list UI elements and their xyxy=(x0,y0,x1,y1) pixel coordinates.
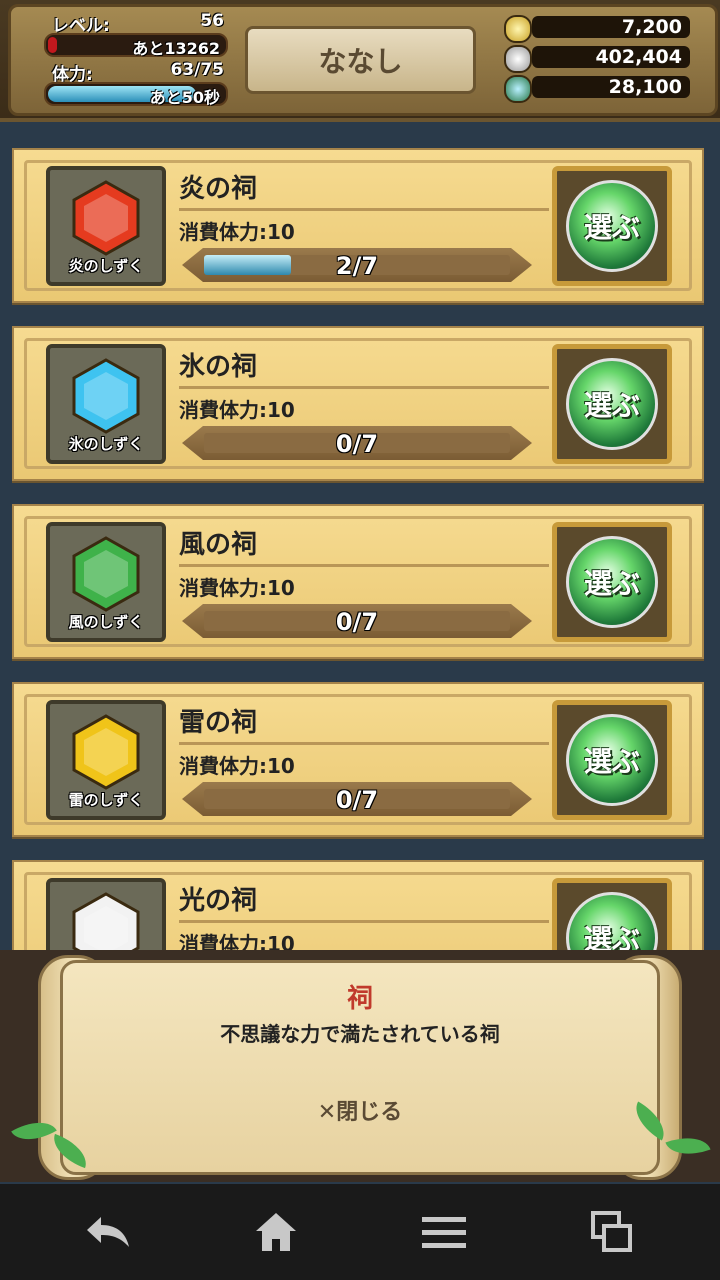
menu-icon xyxy=(422,1217,466,1248)
select-button-frame: 選ぶ xyxy=(552,166,672,286)
progress-bar: 0/7 xyxy=(182,604,532,638)
stamina-cost: 消費体力:10 xyxy=(179,398,295,422)
progress-text: 2/7 xyxy=(335,252,379,280)
stamina-cost: 消費体力:10 xyxy=(179,220,295,244)
shrine-name: 風の祠 xyxy=(179,530,258,560)
progress-bar: 0/7 xyxy=(182,782,532,816)
stamina-recover-time: あと50秒 xyxy=(149,88,220,107)
select-button[interactable]: 選ぶ xyxy=(566,180,658,272)
ice-drop-icon xyxy=(72,358,140,434)
drop-name: 風のしずく xyxy=(68,613,144,631)
fire-drop-icon xyxy=(72,180,140,256)
status-header: レベル: 56 あと13262 体力: 63/75 あと50秒 ななし 7,20… xyxy=(0,0,720,122)
shrine-card[interactable]: 雷のしずく 雷の祠 消費体力:10 0/7 選ぶ xyxy=(12,682,704,837)
stamina-cost: 消費体力:10 xyxy=(179,754,295,778)
exp-bar: あと13262 xyxy=(44,33,228,58)
thunder-drop-icon xyxy=(72,714,140,790)
level-row: レベル: 56 xyxy=(44,10,228,36)
player-stats: レベル: 56 あと13262 体力: 63/75 あと50秒 xyxy=(44,10,228,108)
divider xyxy=(179,920,549,923)
home-button[interactable] xyxy=(246,1202,306,1262)
drop-name: 氷のしずく xyxy=(68,435,144,453)
currency-value: 28,100 xyxy=(608,76,682,98)
currency-panel: 7,200 402,404 28,100 xyxy=(500,14,690,104)
currency-gold: 7,200 xyxy=(500,14,690,43)
progress-bar: 0/7 xyxy=(182,426,532,460)
progress-text: 0/7 xyxy=(335,786,379,814)
stamina-bar: あと50秒 xyxy=(44,82,228,107)
shrine-name: 氷の祠 xyxy=(179,352,258,382)
gem-orb-icon xyxy=(504,75,532,103)
level-value: 56 xyxy=(200,11,224,31)
silver-coin-icon xyxy=(504,45,532,73)
divider xyxy=(179,208,549,211)
progress-text: 0/7 xyxy=(335,430,379,458)
system-nav-bar xyxy=(0,1184,720,1280)
drop-icon-frame: 氷のしずく xyxy=(46,344,166,464)
stamina-row: 体力: 63/75 xyxy=(44,59,228,85)
exp-remaining: あと13262 xyxy=(132,39,220,58)
gold-coin-icon xyxy=(504,15,532,43)
shrine-card[interactable]: 風のしずく 風の祠 消費体力:10 0/7 選ぶ xyxy=(12,504,704,659)
stamina-value: 63/75 xyxy=(170,60,224,80)
progress-bar: 2/7 xyxy=(182,248,532,282)
player-name: ななし xyxy=(318,45,403,78)
back-icon xyxy=(87,1217,129,1247)
recent-apps-icon xyxy=(591,1211,632,1252)
currency-gem: 28,100 xyxy=(500,74,690,103)
select-button[interactable]: 選ぶ xyxy=(566,714,658,806)
player-name-plate[interactable]: ななし xyxy=(245,26,476,94)
drop-name: 雷のしずく xyxy=(68,791,144,809)
home-icon xyxy=(256,1213,296,1251)
currency-silver: 402,404 xyxy=(500,44,690,73)
currency-value: 402,404 xyxy=(595,46,682,68)
shrine-name: 雷の祠 xyxy=(179,708,258,738)
close-button[interactable]: ✕閉じる xyxy=(300,1094,420,1126)
drop-icon-frame: 風のしずく xyxy=(46,522,166,642)
back-button[interactable] xyxy=(78,1202,138,1262)
divider xyxy=(179,386,549,389)
divider xyxy=(179,564,549,567)
dialog-description: 不思議な力で満たされている祠 xyxy=(220,1022,500,1046)
progress-text: 0/7 xyxy=(335,608,379,636)
select-button[interactable]: 選ぶ xyxy=(566,358,658,450)
dialog-title: 祠 xyxy=(346,984,373,1014)
stamina-cost: 消費体力:10 xyxy=(179,576,295,600)
menu-button[interactable] xyxy=(414,1202,474,1262)
drop-icon-frame: 炎のしずく xyxy=(46,166,166,286)
recent-apps-button[interactable] xyxy=(582,1202,642,1262)
drop-icon-frame: 雷のしずく xyxy=(46,700,166,820)
currency-value: 7,200 xyxy=(621,16,682,38)
select-button-frame: 選ぶ xyxy=(552,344,672,464)
drop-name: 炎のしずく xyxy=(68,257,144,275)
exp-bar-fill xyxy=(48,37,57,53)
select-button-frame: 選ぶ xyxy=(552,522,672,642)
wind-drop-icon xyxy=(72,536,140,612)
divider xyxy=(179,742,549,745)
shrine-card[interactable]: 炎のしずく 炎の祠 消費体力:10 2/7 選ぶ xyxy=(12,148,704,303)
select-button-frame: 選ぶ xyxy=(552,700,672,820)
select-button[interactable]: 選ぶ xyxy=(566,536,658,628)
shrine-name: 炎の祠 xyxy=(179,174,258,204)
shrine-card[interactable]: 氷のしずく 氷の祠 消費体力:10 0/7 選ぶ xyxy=(12,326,704,481)
shrine-name: 光の祠 xyxy=(179,886,258,916)
